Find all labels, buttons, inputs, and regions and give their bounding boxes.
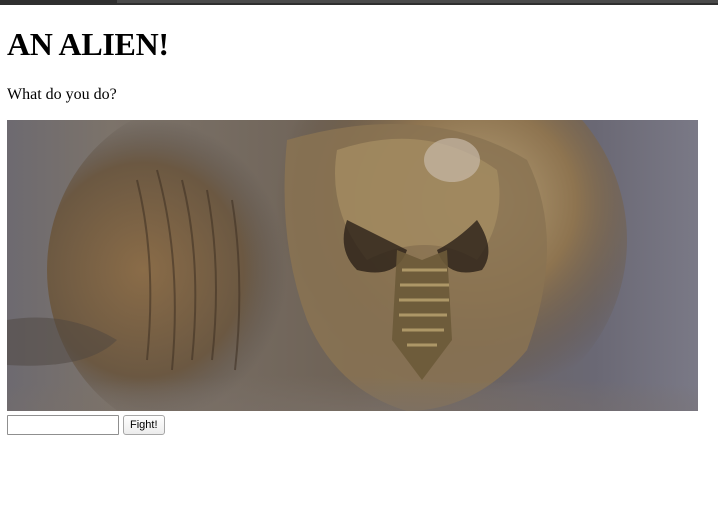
page-heading: AN ALIEN! bbox=[7, 26, 169, 62]
top-bar-tab-strip bbox=[117, 0, 718, 3]
action-input[interactable] bbox=[7, 415, 119, 435]
action-form: Fight! bbox=[7, 414, 165, 436]
fight-button[interactable]: Fight! bbox=[123, 415, 165, 435]
prompt-text: What do you do? bbox=[7, 86, 117, 103]
alien-image bbox=[7, 120, 698, 411]
browser-top-bar bbox=[0, 0, 718, 5]
